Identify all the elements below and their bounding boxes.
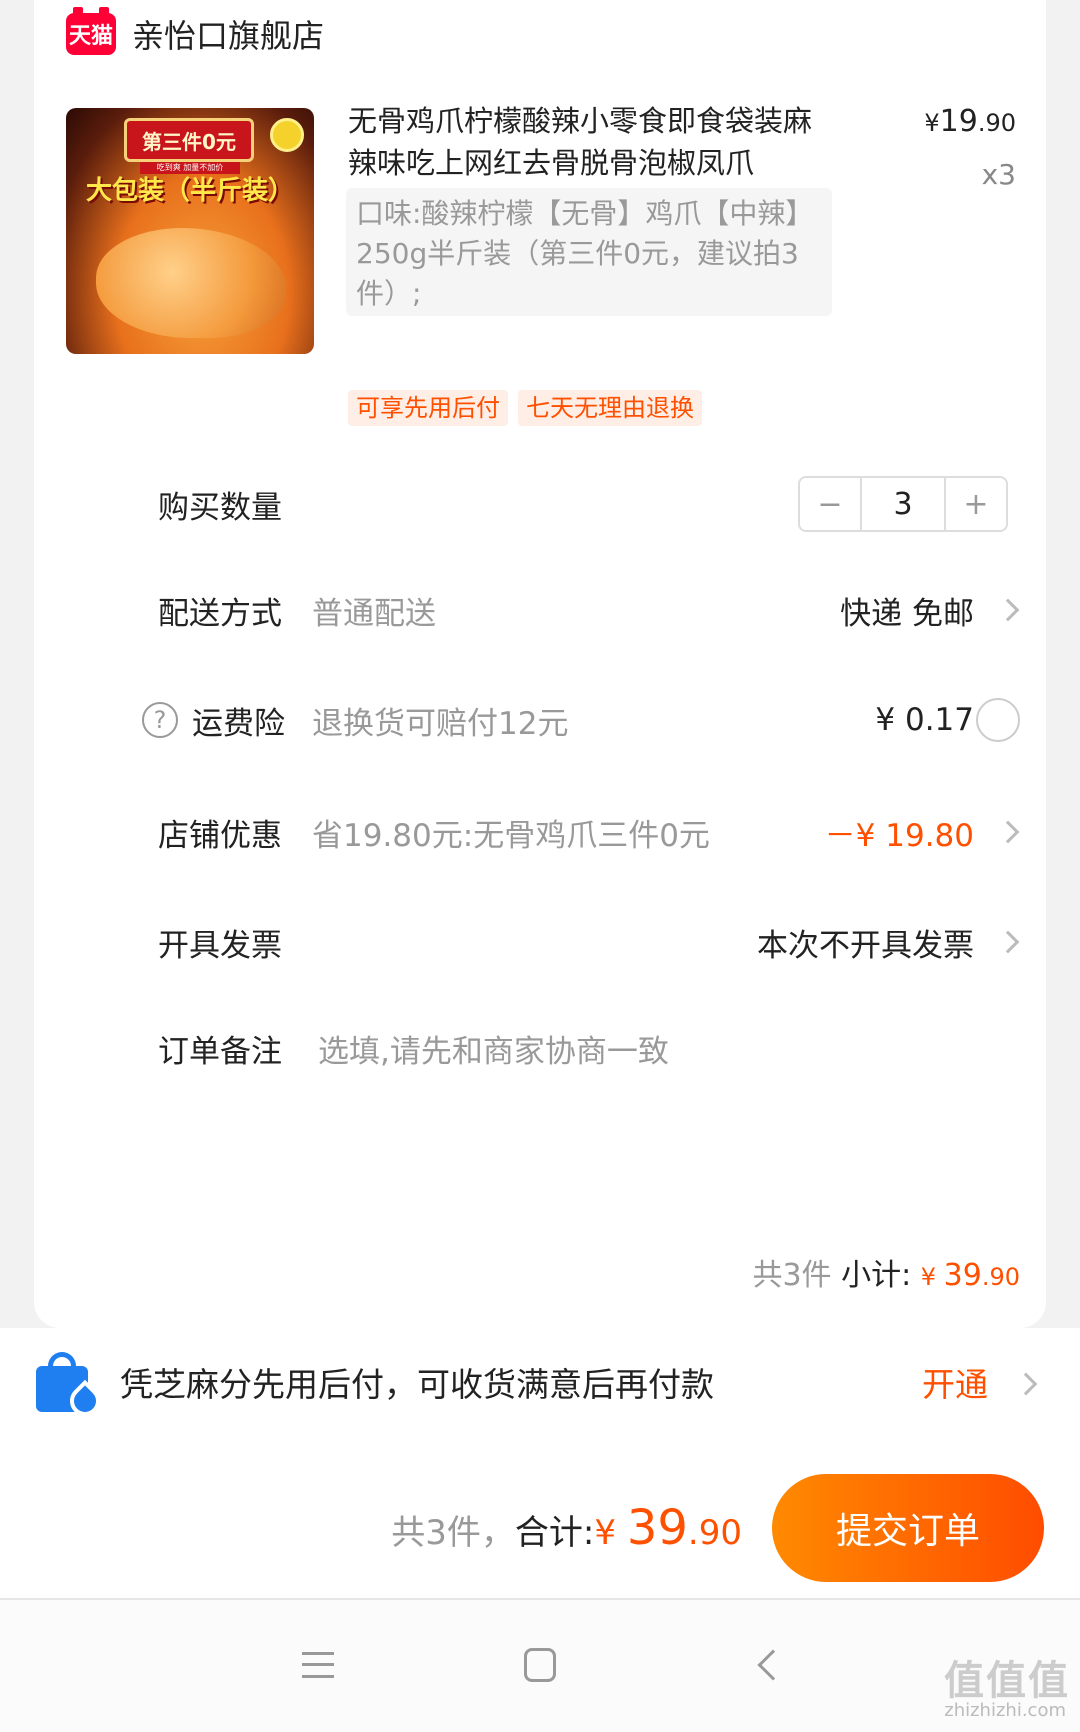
quantity-stepper[interactable]: − 3 + [798,476,1008,532]
quantity-label: 购买数量 [158,489,282,526]
discount-desc: 省19.80元:无骨鸡爪三件0元 [312,817,710,854]
delivery-label: 配送方式 [158,595,282,632]
question-circle-icon[interactable]: ? [142,702,178,738]
delivery-row[interactable]: 配送方式 普通配送 快递 免邮 [34,580,1046,640]
chevron-right-icon [996,598,1020,622]
total-integer: 39 [626,1500,688,1556]
order-total: 共3件，合计:¥ 39.90 [391,1500,742,1556]
watermark-url: zhizhizhi.com [944,1700,1066,1721]
order-note-row: 订单备注 选填,请先和商家协商一致 [34,1018,1046,1078]
quantity-row: 购买数量 − 3 + [34,474,1046,534]
invoice-value: 本次不开具发票 [757,927,974,964]
product-quantity: x3 [981,158,1016,191]
chevron-right-icon [1014,1372,1038,1396]
zhima-open-button[interactable]: 开通 [922,1358,988,1406]
total-label: 合计: [514,1513,595,1553]
lemon-graphic [270,118,304,152]
tmall-logo-icon: 天猫 [66,7,116,55]
tag-pay-later: 可享先用后付 [348,390,508,426]
quantity-input[interactable]: 3 [860,478,946,530]
menu-icon[interactable] [302,1652,334,1678]
store-discount-row[interactable]: 店铺优惠 省19.80元:无骨鸡爪三件0元 －¥ 19.80 [34,802,1046,862]
delivery-value: 快递 免邮 [840,595,974,632]
subtotal: 共3件 小计: ¥ 39.90 [752,1250,1020,1294]
zhima-pay-later-bar[interactable]: 凭芝麻分先用后付，可收货满意后再付款 开通 [0,1328,1080,1438]
product-image[interactable]: 第三件0元 吃到爽 加量不加价 大包装（半斤装） [66,108,314,354]
image-promo-text: 第三件0元 [124,118,254,162]
total-count: 共3件， [391,1513,515,1553]
subtotal-count: 共3件 [752,1258,832,1293]
insurance-price: ¥ 0.17 [875,702,974,738]
chicken-feet-graphic [96,228,286,338]
insurance-radio[interactable] [976,698,1020,742]
tag-seven-day-return: 七天无理由退换 [518,390,702,426]
watermark-logo: 值值值 [944,1658,1070,1704]
store-header[interactable]: 天猫 亲怡口旗舰店 [66,7,324,60]
total-symbol: ¥ [594,1513,627,1553]
shipping-insurance-row: ? 运费险 退换货可赔付12元 ¥ 0.17 [34,690,1046,750]
total-amount: ¥ 39.90 [594,1500,742,1556]
product-title[interactable]: 无骨鸡爪柠檬酸辣小零食即食袋装麻辣味吃上网红去骨脱骨泡椒凤爪 [348,100,838,184]
note-label: 订单备注 [158,1033,282,1070]
store-name[interactable]: 亲怡口旗舰店 [132,11,324,57]
chevron-right-icon [996,930,1020,954]
increase-button[interactable]: + [946,478,1006,530]
insurance-label: 运费险 [192,705,285,742]
decrease-button[interactable]: − [800,478,860,530]
chevron-right-icon [996,820,1020,844]
note-input[interactable]: 选填,请先和商家协商一致 [318,1026,669,1071]
service-tags: 可享先用后付 七天无理由退换 [348,390,702,426]
checkout-footer: 共3件，合计:¥ 39.90 提交订单 [0,1438,1080,1600]
subtotal-amount: ¥ 39.90 [921,1258,1020,1293]
back-icon[interactable] [757,1649,789,1681]
price-decimal: .90 [977,109,1016,137]
subtotal-label: 小计: [831,1258,921,1293]
invoice-row[interactable]: 开具发票 本次不开具发票 [34,912,1046,972]
total-decimal: .90 [687,1513,742,1553]
invoice-label: 开具发票 [158,927,282,964]
subtotal-integer: 39 [943,1258,982,1293]
price-symbol: ¥ [924,109,940,137]
shopping-bag-icon [36,1352,107,1423]
subtotal-symbol: ¥ [920,1263,944,1291]
insurance-desc: 退换货可赔付12元 [312,705,569,742]
image-package-text: 大包装（半斤装） [86,176,295,206]
zhima-text: 凭芝麻分先用后付，可收货满意后再付款 [120,1365,714,1404]
subtotal-decimal: .90 [981,1263,1020,1291]
discount-value: －¥ 19.80 [824,817,974,854]
order-card: 天猫 亲怡口旗舰店 第三件0元 吃到爽 加量不加价 大包装（半斤装） 无骨鸡爪柠… [34,0,1046,1328]
product-sku[interactable]: 口味:酸辣柠檬【无骨】鸡爪【中辣】250g半斤装（第三件0元，建议拍3件）; [346,188,832,316]
delivery-desc: 普通配送 [312,595,436,632]
price-integer: 19 [939,104,978,139]
home-icon[interactable] [524,1648,556,1682]
discount-label: 店铺优惠 [158,817,282,854]
product-price: ¥19.90 [924,104,1016,139]
submit-order-button[interactable]: 提交订单 [772,1474,1044,1582]
system-nav-bar: 值值值 zhizhizhi.com [0,1600,1080,1732]
